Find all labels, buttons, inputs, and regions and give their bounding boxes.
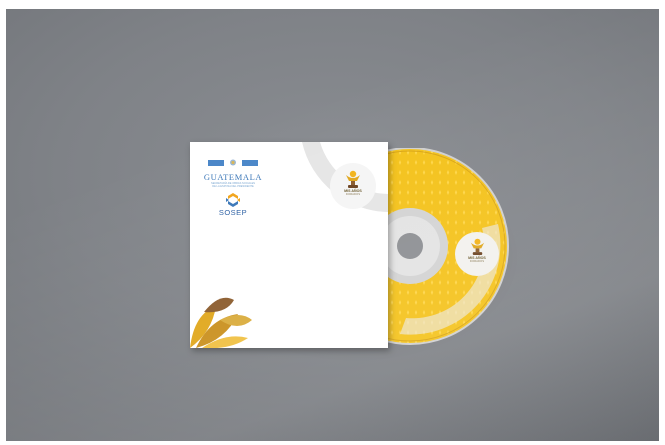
petal-decoration xyxy=(190,297,252,348)
golden-trophy-icon xyxy=(346,170,360,188)
sleeve-badge: MIS AÑOS DORADOS xyxy=(330,163,376,209)
logo-org: SOSEP xyxy=(218,208,248,217)
logo-country: GUATEMALA xyxy=(203,172,263,182)
logo-subtitle-2: DE LA ESPOSA DEL PRESIDENTE xyxy=(212,185,254,188)
mockup-scene: MIS AÑOS DORADOS GUATEMALA SECRETARÍA DE… xyxy=(6,9,659,441)
sleeve-badge-subtitle: DORADOS xyxy=(345,192,361,196)
government-logo: GUATEMALA SECRETARÍA DE OBRAS SOCIALES D… xyxy=(200,154,266,217)
golden-trophy-icon xyxy=(470,238,484,255)
cd-sleeve: GUATEMALA SECRETARÍA DE OBRAS SOCIALES D… xyxy=(190,142,388,348)
flag-emblem-icon xyxy=(208,159,258,166)
disc-badge: MIS AÑOS DORADOS xyxy=(455,232,499,276)
disc-badge-subtitle: DORADOS xyxy=(469,259,485,263)
sosep-logo-icon xyxy=(226,193,240,207)
